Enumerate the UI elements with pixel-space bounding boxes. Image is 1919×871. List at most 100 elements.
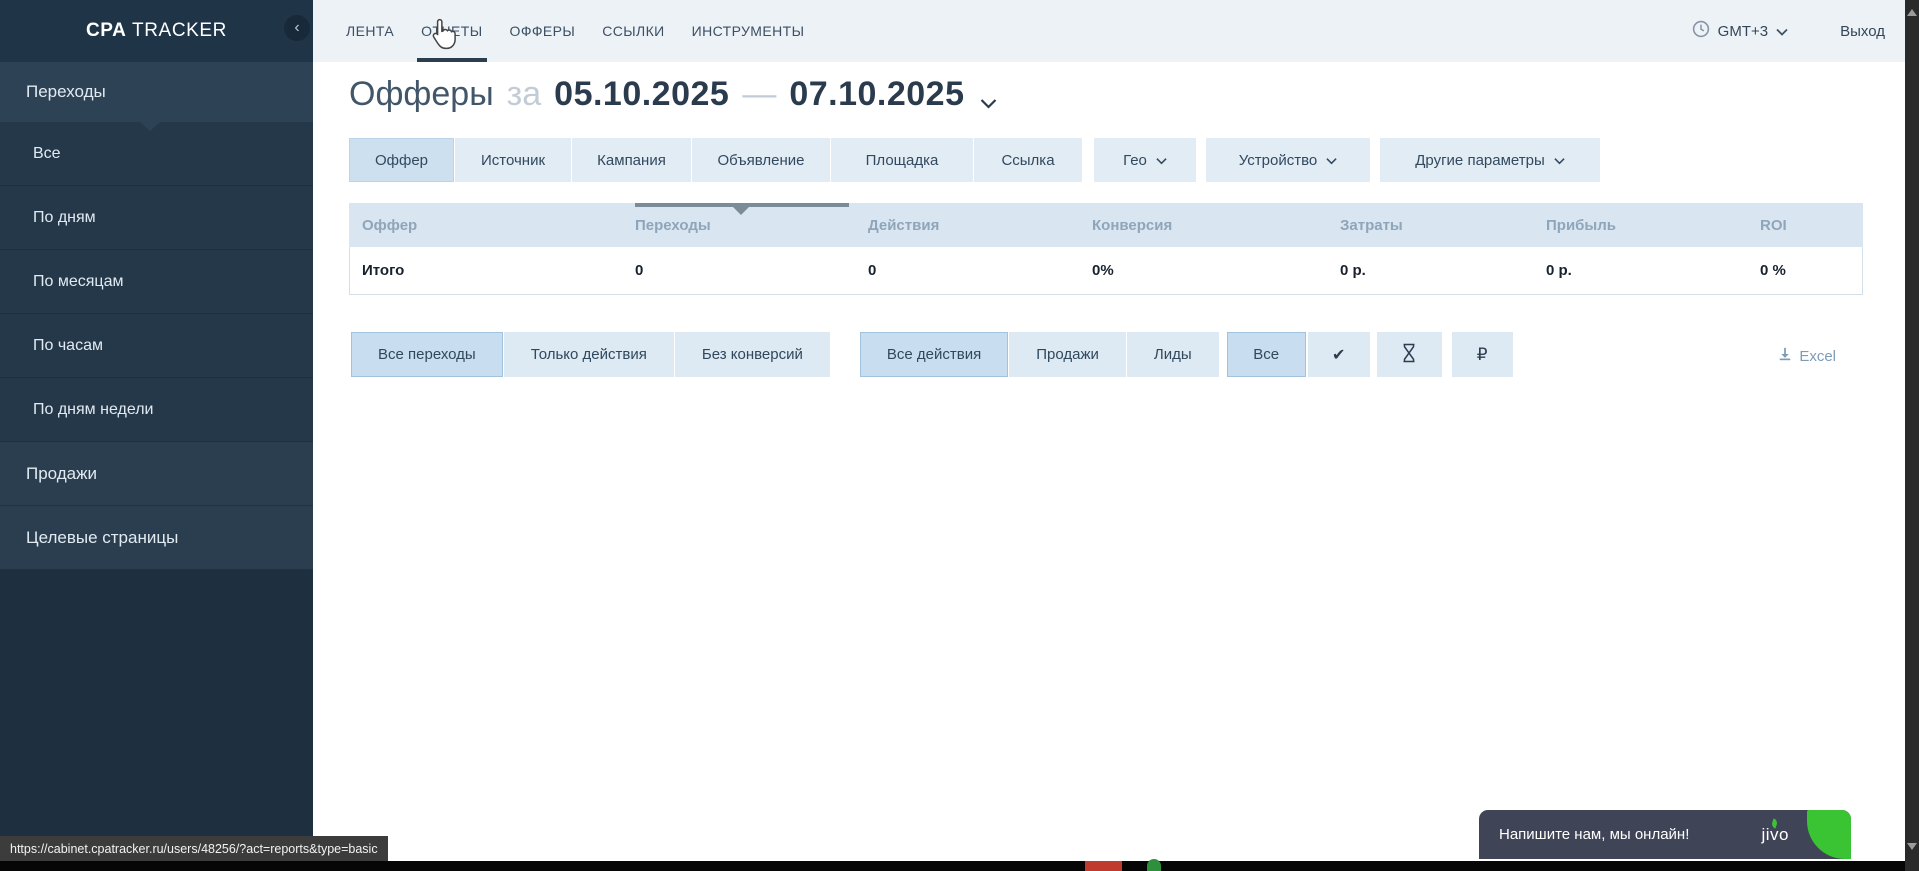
date-to[interactable]: 07.10.2025 bbox=[789, 75, 964, 114]
sidebar-item-perekhody[interactable]: Переходы bbox=[0, 62, 313, 122]
filter-status-pending[interactable] bbox=[1377, 332, 1442, 377]
tab-label: Кампания bbox=[597, 152, 666, 169]
browser-status-bar: https://cabinet.cpatracker.ru/users/4825… bbox=[0, 836, 388, 861]
app-logo: CPA TRACKER bbox=[86, 20, 227, 42]
app-window: CPA TRACKER ‹ Переходы Все По дням По ме… bbox=[0, 0, 1919, 871]
sidebar-item-po-chasam[interactable]: По часам bbox=[0, 314, 313, 378]
sidebar-item-label: По месяцам bbox=[33, 273, 123, 291]
sidebar-item-label: Все bbox=[33, 145, 61, 163]
tab-label: Объявление bbox=[718, 152, 805, 169]
title-preposition: за bbox=[507, 75, 542, 114]
chevron-down-icon bbox=[1156, 152, 1167, 169]
col-header-konversiya[interactable]: Конверсия bbox=[1079, 217, 1327, 234]
filter-label: Все переходы bbox=[378, 346, 476, 363]
filter-status-approved[interactable]: ✔ bbox=[1308, 332, 1370, 377]
sidebar-item-po-dnyam-nedeli[interactable]: По дням недели bbox=[0, 378, 313, 442]
taskbar-red-fragment bbox=[1085, 861, 1122, 871]
nav-item-label: ЛЕНТА bbox=[346, 23, 394, 39]
col-header-offer[interactable]: Оффер bbox=[349, 217, 622, 234]
date-separator: — bbox=[742, 75, 776, 114]
date-range-chevron-down-icon[interactable] bbox=[980, 79, 997, 118]
filter-bez-konversiy[interactable]: Без конверсий bbox=[675, 332, 830, 377]
col-header-roi[interactable]: ROI bbox=[1747, 217, 1863, 234]
filter-buttons-row: Все переходы Только действия Без конверс… bbox=[351, 332, 1513, 377]
total-konversiya: 0% bbox=[1080, 262, 1328, 279]
timezone-selector[interactable]: GMT+3 bbox=[1692, 20, 1788, 42]
nav-item-label: ИНСТРУМЕНТЫ bbox=[692, 23, 805, 39]
chevron-down-icon bbox=[1326, 152, 1337, 169]
export-excel-link[interactable]: Excel bbox=[1778, 347, 1836, 365]
topbar-right: GMT+3 Выход bbox=[1692, 20, 1905, 42]
sidebar-collapse-button[interactable]: ‹ bbox=[284, 15, 310, 41]
filter-tolko-deystviya[interactable]: Только действия bbox=[504, 332, 675, 377]
filter-label: Только действия bbox=[531, 346, 647, 363]
status-url: https://cabinet.cpatracker.ru/users/4825… bbox=[10, 842, 378, 856]
sidebar-item-vse[interactable]: Все bbox=[0, 122, 313, 186]
sidebar-item-label: По дням недели bbox=[33, 401, 153, 419]
tab-ssylka[interactable]: Ссылка bbox=[974, 138, 1082, 182]
filter-currency-rub[interactable]: ₽ bbox=[1452, 332, 1513, 377]
tab-offer[interactable]: Оффер bbox=[349, 138, 455, 182]
tab-obyavlenie[interactable]: Объявление bbox=[692, 138, 831, 182]
table-header-row: Оффер Переходы Действия Конверсия Затрат… bbox=[349, 203, 1863, 247]
sidebar: CPA TRACKER ‹ Переходы Все По дням По ме… bbox=[0, 0, 313, 871]
filter-prodazhi[interactable]: Продажи bbox=[1009, 332, 1127, 377]
scrollbar-up-arrow-icon[interactable] bbox=[1907, 4, 1917, 16]
tab-label: Источник bbox=[481, 152, 545, 169]
total-deystviya: 0 bbox=[856, 262, 1080, 279]
date-from[interactable]: 05.10.2025 bbox=[554, 75, 729, 114]
chat-message: Напишите нам, мы онлайн! bbox=[1479, 826, 1689, 843]
chevron-down-icon bbox=[1776, 23, 1788, 40]
total-label: Итого bbox=[350, 262, 623, 279]
top-navigation-bar: ЛЕНТА ОТЧЕТЫ ОФФЕРЫ ССЫЛКИ ИНСТРУМЕНТЫ G… bbox=[313, 0, 1905, 62]
nav-item-lenta[interactable]: ЛЕНТА bbox=[346, 0, 394, 62]
dropdown-label: Гео bbox=[1123, 152, 1147, 169]
scrollbar-down-arrow-icon[interactable] bbox=[1907, 843, 1917, 855]
taskbar-edge bbox=[0, 861, 1919, 871]
col-header-zatraty[interactable]: Затраты bbox=[1327, 217, 1533, 234]
report-table: Оффер Переходы Действия Конверсия Затрат… bbox=[349, 203, 1863, 295]
chat-widget[interactable]: Напишите нам, мы онлайн! jivo bbox=[1479, 810, 1851, 859]
hourglass-icon bbox=[1401, 343, 1417, 367]
sidebar-item-label: По часам bbox=[33, 337, 103, 355]
col-header-pribyl[interactable]: Прибыль bbox=[1533, 217, 1747, 234]
filter-lidy[interactable]: Лиды bbox=[1127, 332, 1219, 377]
submenu-pointer bbox=[140, 122, 160, 131]
logout-link[interactable]: Выход bbox=[1840, 23, 1885, 40]
dropdown-geo[interactable]: Гео bbox=[1094, 138, 1196, 182]
sidebar-submenu: Все По дням По месяцам По часам По дням … bbox=[0, 122, 313, 442]
sidebar-item-celevye-stranicy[interactable]: Целевые страницы bbox=[0, 506, 313, 570]
browser-scrollbar[interactable] bbox=[1905, 0, 1919, 871]
filter-label: Лиды bbox=[1154, 346, 1192, 363]
sidebar-item-prodazhi[interactable]: Продажи bbox=[0, 442, 313, 506]
filter-label: Все bbox=[1253, 346, 1279, 363]
col-header-perekhody[interactable]: Переходы bbox=[622, 217, 855, 234]
filter-vse-perekhody[interactable]: Все переходы bbox=[351, 332, 504, 377]
dropdown-ustroystvo[interactable]: Устройство bbox=[1206, 138, 1370, 182]
filter-label: Без конверсий bbox=[702, 346, 803, 363]
sidebar-item-po-dnyam[interactable]: По дням bbox=[0, 186, 313, 250]
tab-kampaniya[interactable]: Кампания bbox=[572, 138, 692, 182]
nav-item-label: ССЫЛКИ bbox=[602, 23, 664, 39]
filter-vse-deystviya[interactable]: Все действия bbox=[860, 332, 1009, 377]
tab-istochnik[interactable]: Источник bbox=[455, 138, 572, 182]
tab-ploshchadka[interactable]: Площадка bbox=[831, 138, 974, 182]
sidebar-item-label: По дням bbox=[33, 209, 96, 227]
dropdown-drugie-parametry[interactable]: Другие параметры bbox=[1380, 138, 1600, 182]
col-header-deystviya[interactable]: Действия bbox=[855, 217, 1079, 234]
tab-label: Ссылка bbox=[1001, 152, 1054, 169]
sidebar-item-po-mesyacam[interactable]: По месяцам bbox=[0, 250, 313, 314]
nav-item-ssylki[interactable]: ССЫЛКИ bbox=[602, 0, 664, 62]
nav-item-instrumenty[interactable]: ИНСТРУМЕНТЫ bbox=[692, 0, 805, 62]
sort-indicator bbox=[635, 203, 849, 207]
sidebar-header: CPA TRACKER ‹ bbox=[0, 0, 313, 62]
filter-status-vse[interactable]: Все bbox=[1227, 332, 1306, 377]
main-nav: ЛЕНТА ОТЧЕТЫ ОФФЕРЫ ССЫЛКИ ИНСТРУМЕНТЫ bbox=[313, 0, 804, 62]
sidebar-item-label: Продажи bbox=[26, 464, 97, 484]
tab-label: Оффер bbox=[375, 152, 428, 169]
total-pribyl: 0 р. bbox=[1534, 262, 1748, 279]
report-page: Офферы за 05.10.2025 — 07.10.2025 Оффер … bbox=[313, 62, 1905, 871]
nav-item-otchety[interactable]: ОТЧЕТЫ bbox=[421, 0, 482, 62]
nav-item-offery[interactable]: ОФФЕРЫ bbox=[510, 0, 576, 62]
timezone-label: GMT+3 bbox=[1718, 23, 1768, 40]
